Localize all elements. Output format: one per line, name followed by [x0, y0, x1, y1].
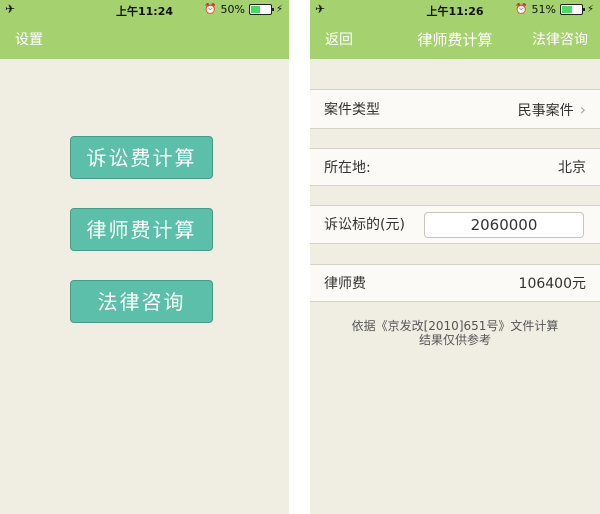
battery-percent: 51%	[531, 3, 556, 16]
case-type-row[interactable]: 案件类型 民事案件 ›	[310, 89, 600, 129]
location-row[interactable]: 所在地: 北京	[310, 148, 600, 186]
location-label: 所在地:	[324, 160, 371, 176]
nav-bar: ✈ 上午11:26 ⏰ 51% ⚡ 返回 律师费计算 法律咨询	[310, 0, 600, 59]
note-line-1: 依据《京发改[2010]651号》文件计算	[351, 319, 559, 333]
case-type-label: 案件类型	[324, 102, 380, 118]
amount-input[interactable]: 2060000	[424, 212, 584, 238]
location-value: 北京	[558, 160, 586, 176]
fee-value: 106400元	[518, 276, 586, 292]
lawyer-fee-button[interactable]: 律师费计算	[70, 208, 213, 251]
nav-bar: ✈ 上午11:24 ⏰ 50% ⚡ 设置	[0, 0, 289, 59]
case-type-value: 民事案件	[517, 103, 574, 119]
legal-consult-button[interactable]: 法律咨询	[70, 280, 213, 323]
fee-label: 律师费	[324, 276, 366, 292]
status-bar: ✈ 上午11:26 ⏰ 51% ⚡	[310, 0, 600, 20]
case-type-value-wrap: 民事案件 ›	[518, 90, 586, 131]
status-bar: ✈ 上午11:24 ⏰ 50% ⚡	[0, 0, 289, 20]
note-line-2: 结果仅供参考	[418, 333, 491, 347]
alarm-icon: ⏰	[204, 4, 217, 15]
home-screen: ✈ 上午11:24 ⏰ 50% ⚡ 设置 诉讼费计算 律师费计算 法律咨询	[0, 0, 289, 514]
charging-icon: ⚡	[586, 4, 594, 15]
chevron-right-icon: ›	[579, 100, 586, 119]
amount-label: 诉讼标的(元)	[324, 217, 405, 233]
charging-icon: ⚡	[275, 4, 283, 15]
settings-button[interactable]: 设置	[15, 29, 43, 49]
fee-row: 律师费 106400元	[310, 264, 600, 302]
litigation-fee-button[interactable]: 诉讼费计算	[70, 136, 213, 179]
battery-icon	[248, 4, 274, 15]
battery-icon	[559, 4, 585, 15]
battery-percent: 50%	[220, 3, 245, 16]
lawyer-fee-screen: ✈ 上午11:26 ⏰ 51% ⚡ 返回 律师费计算 法律咨询 案件类型 民事案…	[310, 0, 600, 514]
status-right: ⏰ 50% ⚡	[204, 3, 283, 16]
legal-consult-nav-button[interactable]: 法律咨询	[532, 29, 588, 49]
alarm-icon: ⏰	[515, 4, 528, 15]
status-right: ⏰ 51% ⚡	[515, 3, 594, 16]
amount-row: 诉讼标的(元) 2060000	[310, 205, 600, 244]
